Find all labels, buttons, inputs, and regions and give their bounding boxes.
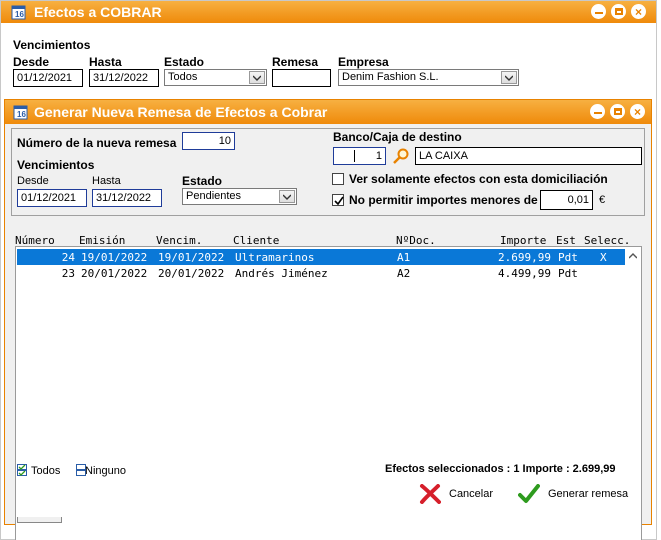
chevron-down-icon[interactable] [501,71,517,84]
table-row[interactable]: 23 20/01/2022 20/01/2022 Andrés Jiménez … [17,265,625,281]
cancelar-button[interactable]: Cancelar [419,482,493,506]
cell-numero: 24 [61,251,75,264]
generar-remesa-button[interactable]: Generar remesa [518,482,628,506]
parent-empresa-label: Empresa [338,55,389,69]
parent-hasta-field[interactable]: 31/12/2022 [89,69,159,87]
checkmark-icon [518,484,540,503]
minimize-icon[interactable] [590,104,605,119]
chevron-down-icon[interactable] [279,190,295,203]
svg-text:16: 16 [15,10,24,19]
close-icon[interactable]: × [630,104,645,119]
dialog-title-bar: 16 Generar Nueva Remesa de Efectos a Cob… [5,100,651,124]
parent-title-bar: 16 Efectos a COBRAR × [1,1,656,23]
no-permitir-checkbox[interactable] [332,194,344,206]
check-icon [334,196,344,206]
desde-field[interactable]: 01/12/2021 [17,189,87,207]
no-permitir-label: No permitir importes menores de [349,193,538,207]
hasta-field[interactable]: 31/12/2022 [92,189,162,207]
parent-empresa-select[interactable]: Denim Fashion S.L. [338,69,519,86]
parent-remesa-label: Remesa [272,55,319,69]
cell-est: Pdt [558,251,578,264]
cell-vencim: 20/01/2022 [158,267,225,280]
generar-remesa-dialog: 16 Generar Nueva Remesa de Efectos a Cob… [4,99,652,540]
parent-window-title: Efectos a COBRAR [34,4,162,20]
banco-name-field[interactable]: LA CAIXA [415,147,642,165]
banco-code-field[interactable]: 1 [333,147,386,165]
parent-estado-select[interactable]: Todos [164,69,267,86]
ninguno-link[interactable]: Ninguno [85,465,126,477]
vencimientos-label: Vencimientos [17,158,95,172]
ver-solamente-checkbox[interactable] [332,173,344,185]
close-icon[interactable]: × [631,4,646,19]
estado-value: Pendientes [186,190,242,202]
cell-cliente: Andrés Jiménez [235,267,328,280]
currency-symbol: € [599,194,606,206]
hasta-label: Hasta [92,175,121,187]
estado-label: Estado [182,174,223,188]
cell-doc: A2 [397,267,411,280]
minimize-icon[interactable] [591,4,606,19]
cell-vencim: 19/01/2022 [158,251,225,264]
parent-estado-value: Todos [168,71,198,83]
parent-remesa-field[interactable] [272,69,331,87]
parent-hasta-label: Hasta [89,55,122,69]
cell-est: Pdt [558,267,578,280]
selection-summary: Efectos seleccionados : 1 Importe : 2.69… [385,463,616,475]
cell-importe: 2.699,99 [498,251,551,264]
maximize-icon[interactable] [610,104,625,119]
importe-min-field[interactable]: 0,01 [540,190,593,210]
cancel-x-icon [420,484,441,504]
maximize-icon[interactable] [611,4,626,19]
banco-code-value: 1 [375,150,382,162]
table-row[interactable]: 24 19/01/2022 19/01/2022 Ultramarinos A1… [17,249,625,265]
cell-emision: 19/01/2022 [81,251,148,264]
estado-select[interactable]: Pendientes [182,188,297,205]
cell-selecc: X [600,251,607,264]
banco-label: Banco/Caja de destino [333,130,462,144]
todos-link[interactable]: Todos [31,465,60,477]
select-all-icon[interactable] [17,464,27,476]
cell-doc: A1 [397,251,411,264]
generar-remesa-label: Generar remesa [548,488,629,500]
parent-partial-control [17,517,62,523]
numero-remesa-field[interactable]: 10 [182,132,235,150]
search-icon[interactable] [392,147,410,165]
chevron-down-icon[interactable] [249,71,265,84]
cell-emision: 20/01/2022 [81,267,148,280]
cell-numero: 23 [61,267,75,280]
parent-empresa-value: Denim Fashion S.L. [342,71,439,83]
scroll-up-icon[interactable] [625,248,640,263]
parent-vencimientos-label: Vencimientos [13,38,91,52]
parent-desde-label: Desde [13,55,50,69]
app-calendar-icon: 16 [11,5,26,20]
desde-label: Desde [17,175,49,187]
parent-estado-label: Estado [164,55,205,69]
ver-solamente-label: Ver solamente efectos con esta domicilia… [349,172,608,186]
cancelar-label: Cancelar [449,488,494,500]
text-caret [354,150,355,162]
cell-cliente: Ultramarinos [235,251,315,264]
cell-importe: 4.499,99 [498,267,551,280]
numero-remesa-label: Número de la nueva remesa [17,136,177,150]
app-calendar-icon: 16 [13,105,28,120]
svg-text:16: 16 [17,110,26,119]
parent-desde-field[interactable]: 01/12/2021 [13,69,83,87]
dialog-title: Generar Nueva Remesa de Efectos a Cobrar [34,104,328,120]
